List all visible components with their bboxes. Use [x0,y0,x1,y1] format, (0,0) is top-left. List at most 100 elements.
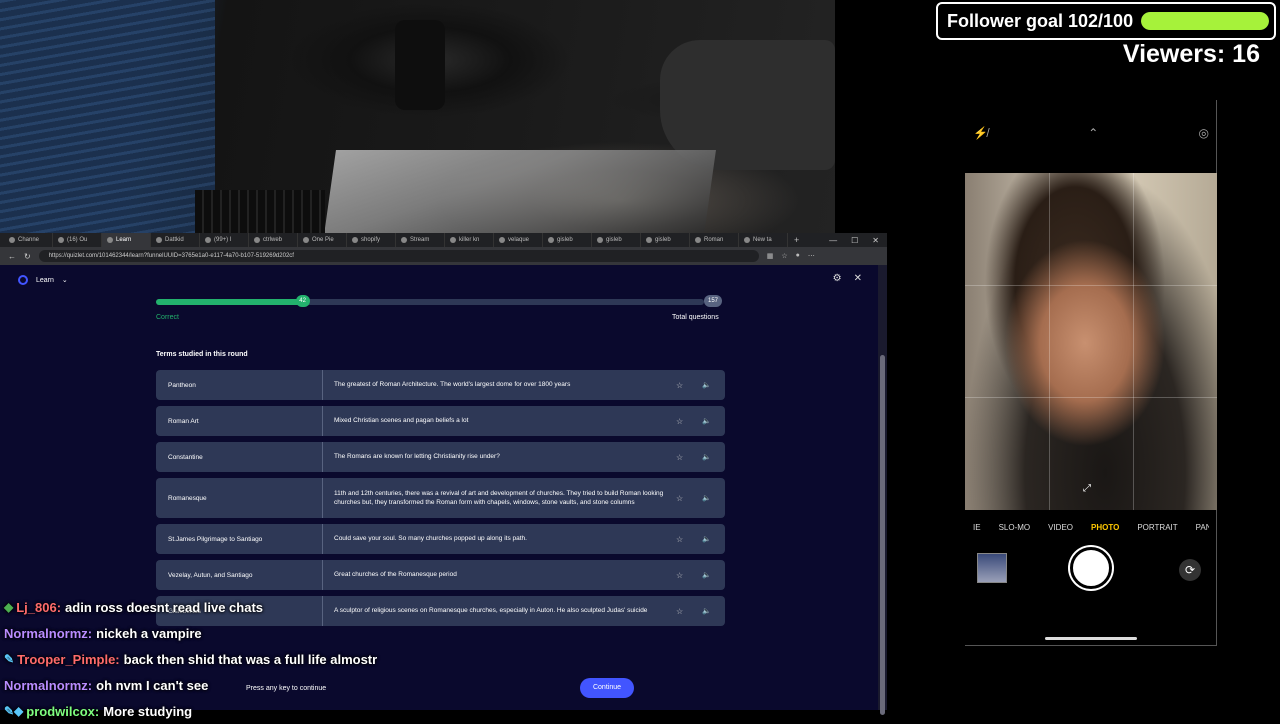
tab-label: shopify [361,237,381,243]
tab-favicon-icon [499,237,505,243]
tab-list: Channe (16) Ou Learn Dattkid (99+) I ctrlweb O… [4,233,788,247]
definition-text: Great churches of the Romanesque period [334,571,457,579]
camera-mode-option[interactable]: PORTRAIT [1137,523,1177,532]
star-icon[interactable]: ☆ [676,453,683,462]
continue-button[interactable]: Continue [580,678,634,698]
maximize-icon[interactable]: ☐ [851,236,858,245]
scrollbar[interactable] [878,265,887,715]
audio-icon[interactable]: 🔈 [702,494,711,502]
tab-favicon-icon [450,237,456,243]
browser-tab[interactable]: Learn [102,233,151,247]
settings-gear-icon[interactable]: ⚙ [833,273,842,284]
menu-icon[interactable]: ⋯ [808,252,815,260]
home-indicator [1045,637,1137,640]
audio-icon[interactable]: 🔈 [702,535,711,543]
tab-bar: Channe (16) Ou Learn Dattkid (99+) I ctrlweb O… [0,233,887,247]
new-tab-icon[interactable]: + [794,235,799,245]
tab-label: Roman [704,237,724,243]
tab-favicon-icon [744,237,750,243]
audio-icon[interactable]: 🔈 [702,417,711,425]
learn-mode-menu[interactable]: Learn ⌄ [18,275,68,285]
tab-favicon-icon [548,237,554,243]
browser-tab[interactable]: gisleb [641,233,690,247]
flash-off-icon[interactable]: ⚡̸ [973,126,988,140]
profile-icon[interactable]: ● [796,252,800,260]
camera-mode-option[interactable]: PHOTO [1091,523,1119,532]
camera-viewfinder[interactable]: ⤢ [965,173,1217,510]
tab-favicon-icon [303,237,309,243]
audio-icon[interactable]: 🔈 [702,607,711,615]
browser-tab[interactable]: ctrlweb [249,233,298,247]
minimize-icon[interactable]: — [829,236,837,245]
term-row: Pantheon The greatest of Roman Architectu… [156,370,725,400]
camera-mode-option[interactable]: PANO [1196,523,1209,532]
close-icon[interactable]: ✕ [854,273,862,284]
browser-tab[interactable]: shopify [347,233,396,247]
audio-icon[interactable]: 🔈 [702,453,711,461]
bookmark-star-icon[interactable]: ☆ [781,252,787,260]
sketchbook-image [324,150,716,235]
star-icon[interactable]: ☆ [676,607,683,616]
tab-favicon-icon [9,237,15,243]
camera-mode-option[interactable]: SLO-MO [999,523,1031,532]
follower-goal: Follower goal 102/100 [936,2,1276,40]
progress-current: 42 [295,295,310,307]
monitor-image [0,0,215,235]
term-row: St.James Pilgrimage to Santiago Could sav… [156,524,725,554]
chat-text: oh nvm I can't see [96,677,209,693]
browser-tab[interactable]: killer kn [445,233,494,247]
gallery-thumbnail[interactable] [977,553,1007,583]
tab-label: Channe [18,237,40,243]
star-icon[interactable]: ☆ [676,494,683,503]
browser-tab[interactable]: gisleb [592,233,641,247]
progress-fill [156,299,303,305]
reload-icon[interactable]: ↻ [24,252,31,261]
back-icon[interactable]: ← [8,252,16,261]
camera-mode-option[interactable]: VIDEO [1048,523,1073,532]
chat-username: Trooper_Pimple: [17,651,120,667]
chat-badge-icon: ◆ [4,600,14,614]
live-photo-icon[interactable]: ◎ [1199,126,1209,140]
progress-bar: 42 157 [156,294,722,310]
scrollbar-thumb[interactable] [880,355,885,715]
shutter-button[interactable] [1070,547,1112,589]
progress-total: 157 [704,295,722,307]
browser-tab[interactable]: Channe [4,233,53,247]
tab-favicon-icon [695,237,701,243]
browser-tab[interactable]: (99+) I [200,233,249,247]
browser-tab[interactable]: New ta [739,233,788,247]
tab-label: gisleb [655,237,671,243]
browser-tab[interactable]: Roman [690,233,739,247]
correct-label: Correct [156,314,179,321]
audio-icon[interactable]: 🔈 [702,381,711,389]
keyboard-image [195,190,325,235]
star-icon[interactable]: ☆ [676,417,683,426]
section-title: Terms studied in this round [156,351,248,358]
address-bar: ← ↻ https://quizlet.com/101462344/learn?… [0,247,887,265]
expand-icon[interactable]: ⤢ [1083,483,1091,494]
star-icon[interactable]: ☆ [676,571,683,580]
chevron-up-icon[interactable]: ⌃ [1088,126,1098,140]
chat-text: nickeh a vampire [96,625,202,641]
flip-camera-icon[interactable]: ⟳ [1179,559,1201,581]
browser-tab[interactable]: Dattkid [151,233,200,247]
camera-mode-option[interactable]: IE [973,523,981,532]
browser-tab[interactable]: velaque [494,233,543,247]
browser-tab[interactable]: One Pie [298,233,347,247]
definition-text: 11th and 12th centuries, there was a rev… [334,489,664,507]
browser-tab[interactable]: (16) Ou [53,233,102,247]
close-window-icon[interactable]: ✕ [872,236,879,245]
url-field[interactable]: https://quizlet.com/101462344/learn?funn… [38,250,759,262]
star-icon[interactable]: ☆ [676,381,683,390]
audio-icon[interactable]: 🔈 [702,571,711,579]
chat-badge-icon: ✎◆ [4,704,24,718]
star-icon[interactable]: ☆ [676,535,683,544]
browser-tab[interactable]: gisleb [543,233,592,247]
extensions-icon[interactable]: ▦ [767,252,774,260]
tab-favicon-icon [254,237,260,243]
tab-label: gisleb [606,237,622,243]
tab-label: velaque [508,237,530,243]
browser-tab[interactable]: Stream [396,233,445,247]
term-text: St.James Pilgrimage to Santiago [156,524,323,554]
term-text: Vezelay, Autun, and Santiago [156,560,323,590]
